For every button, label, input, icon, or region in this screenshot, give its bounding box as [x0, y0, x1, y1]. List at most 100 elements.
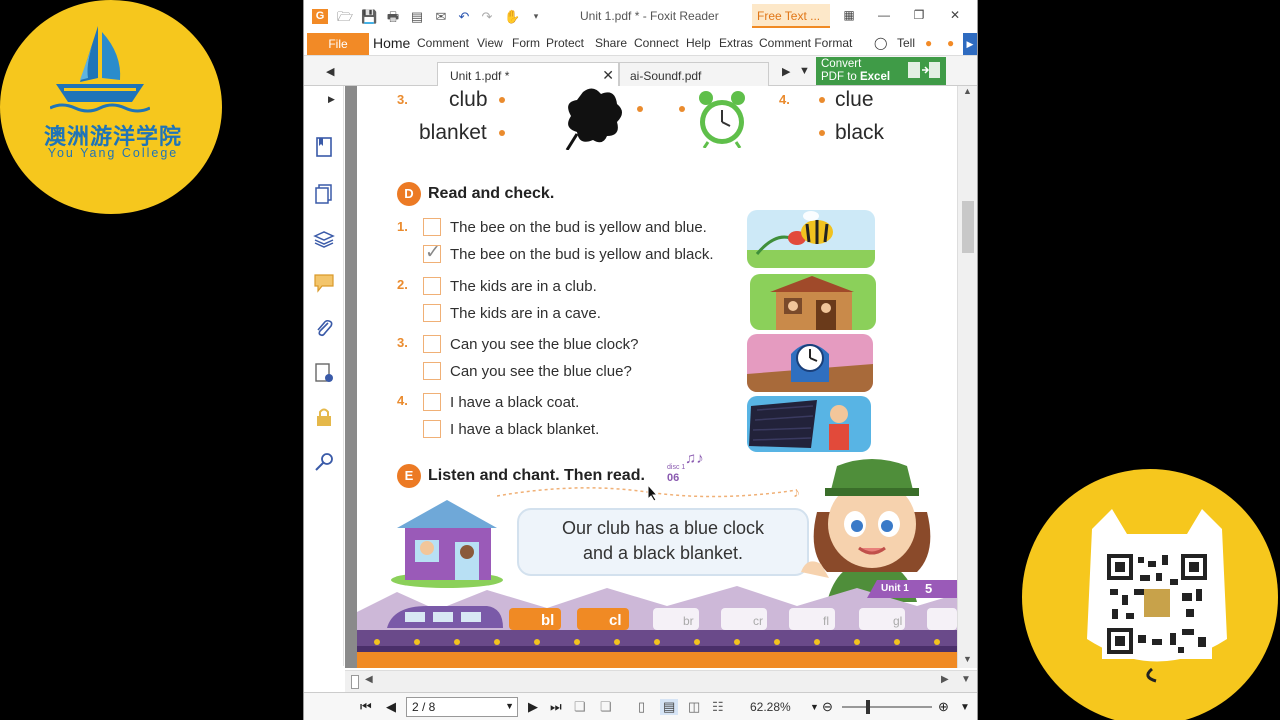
answer-sentence: The bee on the bud is yellow and black.: [450, 246, 714, 263]
facing-view-icon[interactable]: ◫: [688, 699, 700, 715]
answer-checkbox-checked[interactable]: ✓: [423, 242, 441, 263]
answer-checkbox[interactable]: [423, 362, 441, 380]
match-dot[interactable]: [499, 97, 505, 103]
undo-icon[interactable]: ↶: [456, 9, 472, 24]
account-icon[interactable]: ●: [947, 36, 954, 50]
item-number: 3.: [397, 335, 408, 350]
comments-icon[interactable]: [313, 272, 335, 294]
ribbon-options-icon[interactable]: ▦: [838, 6, 860, 24]
answer-sentence: The kids are in a club.: [450, 278, 597, 295]
pages-thumbnail-icon[interactable]: [313, 183, 335, 205]
previous-view-icon[interactable]: ❏: [574, 699, 586, 715]
first-page-icon[interactable]: ⏮: [360, 699, 372, 715]
app-logo-icon[interactable]: G: [312, 9, 328, 24]
menu-tell-me[interactable]: Tell: [897, 36, 915, 50]
scroll-left-icon[interactable]: ◀: [365, 674, 373, 685]
answer-checkbox[interactable]: [423, 218, 441, 236]
scroll-right-icon[interactable]: ▶: [941, 674, 949, 685]
maximize-button[interactable]: ❐: [908, 6, 930, 24]
file-menu-button[interactable]: File: [307, 33, 369, 55]
menu-view[interactable]: View: [477, 36, 503, 50]
menu-protect[interactable]: Protect: [546, 36, 584, 50]
security-lock-icon[interactable]: [313, 406, 335, 428]
vertical-scroll-thumb[interactable]: [962, 201, 974, 253]
customize-dropdown-icon[interactable]: ▾: [528, 9, 544, 24]
lightbulb-icon[interactable]: ◯: [874, 36, 887, 50]
window-title: Unit 1.pdf * - Foxit Reader: [580, 9, 719, 23]
content-search-icon[interactable]: [313, 451, 335, 473]
convert-ad-line2: PDF to: [821, 71, 860, 83]
horizontal-scroll-thumb[interactable]: [351, 675, 359, 689]
tab-label: Unit 1.pdf *: [450, 69, 510, 83]
document-viewer[interactable]: 3. club blanket 4. clue black D Read and…: [345, 86, 957, 668]
menu-extras[interactable]: Extras: [719, 36, 753, 50]
scroll-corner-icon[interactable]: ▼: [961, 674, 971, 685]
menu-form[interactable]: Form: [512, 36, 540, 50]
hand-tool-icon[interactable]: ✋: [504, 9, 520, 24]
answer-checkbox[interactable]: [423, 304, 441, 322]
vertical-scrollbar[interactable]: ▲ ▼: [957, 86, 977, 668]
single-page-view-icon[interactable]: ▯: [638, 699, 645, 715]
ribbon-scroll-right-button[interactable]: ▶: [963, 33, 977, 55]
redo-icon[interactable]: ↷: [479, 9, 495, 24]
attachments-paperclip-icon[interactable]: [313, 317, 335, 339]
answer-checkbox[interactable]: [423, 393, 441, 411]
zoom-slider-track[interactable]: [842, 706, 932, 708]
tab-ai-soundf-pdf[interactable]: ai-Soundf.pdf: [619, 62, 769, 86]
zoom-in-icon[interactable]: ⊕: [938, 699, 949, 715]
expand-panel-icon[interactable]: ▶: [328, 94, 335, 105]
free-text-context-tab[interactable]: Free Text ...: [752, 4, 830, 28]
next-page-icon[interactable]: ▶: [528, 699, 538, 715]
scroll-down-icon[interactable]: ▼: [963, 654, 972, 664]
statusbar-menu-icon[interactable]: ▼: [960, 702, 970, 713]
menu-connect[interactable]: Connect: [634, 36, 679, 50]
tab-unit1-pdf[interactable]: Unit 1.pdf * ✕: [437, 62, 619, 86]
zoom-dropdown-icon[interactable]: ▼: [810, 702, 819, 712]
menu-comment[interactable]: Comment: [417, 36, 469, 50]
answer-checkbox[interactable]: [423, 420, 441, 438]
match-dot[interactable]: [819, 97, 825, 103]
continuous-view-icon[interactable]: ▤: [660, 699, 679, 715]
close-button[interactable]: ✕: [944, 6, 966, 24]
zoom-out-icon[interactable]: ⊖: [822, 699, 833, 715]
email-icon[interactable]: ✉: [433, 9, 449, 24]
tab-close-icon[interactable]: ✕: [602, 67, 614, 84]
minimize-button[interactable]: —: [873, 6, 895, 24]
kids-in-club-picture: [750, 274, 876, 330]
match-dot[interactable]: [819, 130, 825, 136]
menu-help[interactable]: Help: [686, 36, 711, 50]
continuous-facing-icon[interactable]: ☷: [712, 699, 724, 715]
smiley-feedback-icon[interactable]: ●: [925, 36, 932, 50]
previous-page-icon[interactable]: ◀: [386, 699, 396, 715]
mouse-cursor-icon: [647, 484, 659, 502]
scroll-up-icon[interactable]: ▲: [963, 86, 972, 96]
answer-checkbox[interactable]: [423, 335, 441, 353]
page-dropdown-icon[interactable]: ▼: [505, 701, 514, 711]
print-icon[interactable]: 🖶: [385, 9, 401, 24]
convert-pdf-to-excel-ad[interactable]: Convert PDF to Excel: [816, 57, 946, 85]
signatures-icon[interactable]: [313, 362, 335, 384]
last-page-icon[interactable]: ⏭: [550, 699, 562, 715]
layers-icon[interactable]: [313, 228, 335, 250]
save-icon[interactable]: 💾: [361, 9, 377, 24]
menu-share[interactable]: Share: [595, 36, 627, 50]
menu-comment-format[interactable]: Comment Format: [759, 36, 852, 50]
chant-line-1: Our club has a blue clock: [561, 518, 765, 538]
tab-scroll-right-icon[interactable]: ▶: [782, 65, 790, 78]
page-number-input[interactable]: 2 / 8 ▼: [406, 697, 518, 717]
answer-checkbox[interactable]: [423, 277, 441, 295]
footer-page-number: 5: [925, 581, 933, 596]
zoom-level[interactable]: 62.28%: [750, 700, 791, 714]
horizontal-scrollbar[interactable]: ◀ ▶ ▼: [345, 670, 977, 692]
match-dot[interactable]: [637, 106, 643, 112]
match-dot[interactable]: [499, 130, 505, 136]
tab-scroll-left-icon[interactable]: ◀: [326, 65, 334, 78]
scan-icon[interactable]: ▤: [409, 9, 425, 24]
open-folder-icon[interactable]: 🗁: [337, 9, 353, 24]
menu-home[interactable]: Home: [373, 35, 410, 51]
bookmarks-icon[interactable]: [313, 136, 335, 158]
tab-list-dropdown-icon[interactable]: ▼: [799, 65, 810, 77]
next-view-icon[interactable]: ❏: [600, 699, 612, 715]
zoom-slider-handle[interactable]: [866, 700, 870, 714]
match-dot[interactable]: [679, 106, 685, 112]
